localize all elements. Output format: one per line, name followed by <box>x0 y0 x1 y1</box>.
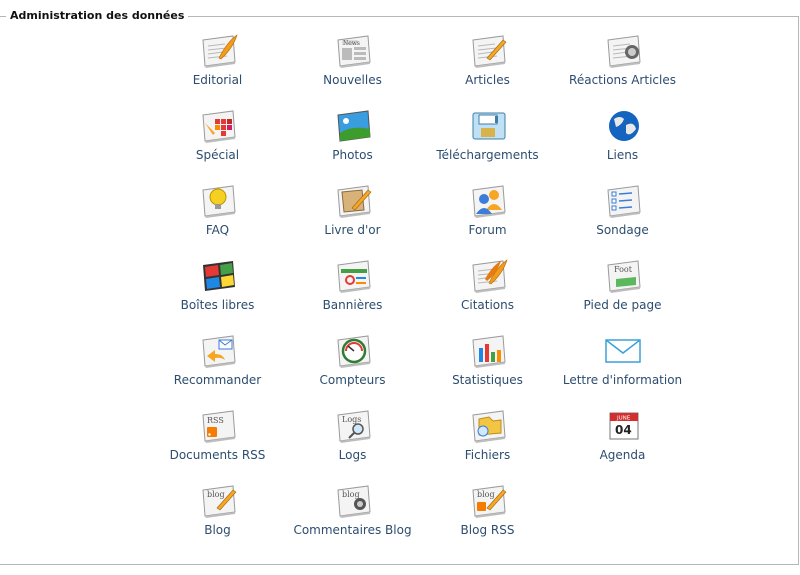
section-title: Administration des données <box>6 9 189 23</box>
item-label: Citations <box>460 298 514 312</box>
users-icon <box>471 185 506 218</box>
item-label: FAQ <box>205 223 230 237</box>
rss-document-icon: RSS <box>201 410 236 443</box>
item-label: Forum <box>468 223 507 237</box>
item-nouvelles[interactable]: News Nouvelles <box>285 30 420 105</box>
lightbulb-icon <box>201 185 236 218</box>
item-pied-de-page[interactable]: Foot Pied de page <box>555 255 690 330</box>
item-label: Articles <box>465 73 510 87</box>
svg-text:blog: blog <box>207 490 225 499</box>
blog-comments-icon: blog <box>336 485 371 518</box>
blog-pen-icon: blog <box>201 485 236 518</box>
item-label: Fichiers <box>464 448 511 462</box>
item-blog-rss[interactable]: blog Blog RSS <box>420 480 555 555</box>
item-label: Documents RSS <box>169 448 266 462</box>
item-recommander[interactable]: Recommander <box>150 330 285 405</box>
recommend-mail-icon <box>201 335 236 368</box>
item-compteurs[interactable]: Compteurs <box>285 330 420 405</box>
item-boites-libres[interactable]: Boîtes libres <box>150 255 285 330</box>
photo-landscape-icon <box>336 110 371 142</box>
item-special[interactable]: Spécial <box>150 105 285 180</box>
svg-text:blog: blog <box>342 490 360 499</box>
item-label: Réactions Articles <box>569 73 676 87</box>
item-blog[interactable]: blog Blog <box>150 480 285 555</box>
banner-icon <box>336 260 371 293</box>
counter-gauge-icon <box>336 335 371 368</box>
item-label: Blog <box>204 523 231 537</box>
item-label: Agenda <box>599 448 646 462</box>
item-label: Bannières <box>322 298 383 312</box>
item-label: Liens <box>606 148 639 162</box>
newspaper-icon: News <box>336 35 371 68</box>
item-label: Livre d'or <box>324 223 381 237</box>
item-faq[interactable]: FAQ <box>150 180 285 255</box>
item-fichiers[interactable]: Fichiers <box>420 405 555 480</box>
quote-quill-icon <box>471 259 508 293</box>
item-articles[interactable]: Articles <box>420 30 555 105</box>
item-forum[interactable]: Forum <box>420 180 555 255</box>
download-disk-icon <box>472 112 505 140</box>
item-label: Photos <box>332 148 373 162</box>
item-photos[interactable]: Photos <box>285 105 420 180</box>
newsletter-envelope-icon <box>604 339 641 363</box>
item-label: Boîtes libres <box>180 298 255 312</box>
special-palette-icon <box>201 110 236 143</box>
svg-text:04: 04 <box>615 423 632 437</box>
poll-checklist-icon <box>606 185 641 218</box>
statistics-chart-icon <box>471 335 506 368</box>
item-label: Pied de page <box>583 298 662 312</box>
item-statistiques[interactable]: Statistiques <box>420 330 555 405</box>
guestbook-icon <box>336 185 371 218</box>
item-lettre-information[interactable]: Lettre d'information <box>555 330 690 405</box>
item-liens[interactable]: Liens <box>555 105 690 180</box>
item-telechargements[interactable]: Téléchargements <box>420 105 555 180</box>
item-livre-dor[interactable]: Livre d'or <box>285 180 420 255</box>
files-folder-icon <box>471 410 506 443</box>
item-label: Logs <box>338 448 367 462</box>
item-label: Commentaires Blog <box>293 523 412 537</box>
item-label: Statistiques <box>452 373 523 387</box>
item-label: Blog RSS <box>460 523 515 537</box>
svg-text:News: News <box>343 40 360 47</box>
article-pen-icon <box>471 35 506 68</box>
svg-text:Foot: Foot <box>614 265 633 274</box>
calendar-icon: JUNE04 <box>609 412 638 440</box>
item-citations[interactable]: Citations <box>420 255 555 330</box>
svg-text:Logs: Logs <box>342 415 361 424</box>
item-label: Compteurs <box>319 373 386 387</box>
globe-icon <box>608 111 639 141</box>
svg-text:JUNE: JUNE <box>616 416 631 422</box>
item-label: Spécial <box>195 148 240 162</box>
quill-document-icon <box>201 34 238 68</box>
item-agenda[interactable]: JUNE 04 Agenda <box>555 405 690 480</box>
item-logs[interactable]: Logs Logs <box>285 405 420 480</box>
footer-icon: Foot <box>606 260 641 293</box>
article-comments-icon <box>606 35 641 68</box>
item-reactions-articles[interactable]: Réactions Articles <box>555 30 690 105</box>
item-label: Editorial <box>192 73 243 87</box>
item-bannieres[interactable]: Bannières <box>285 255 420 330</box>
admin-icon-grid: Editorial News Nouvelles Articles Réactio… <box>150 30 690 555</box>
svg-text:blog: blog <box>477 490 495 499</box>
item-label: Sondage <box>596 223 649 237</box>
item-label: Nouvelles <box>323 73 382 87</box>
item-label: Lettre d'information <box>562 373 683 387</box>
item-editorial[interactable]: Editorial <box>150 30 285 105</box>
logs-magnifier-icon: Logs <box>336 410 371 443</box>
item-label: Téléchargements <box>436 148 539 162</box>
item-documents-rss[interactable]: RSS Documents RSS <box>150 405 285 480</box>
svg-text:RSS: RSS <box>207 416 224 425</box>
item-sondage[interactable]: Sondage <box>555 180 690 255</box>
window-blocks-icon <box>202 261 235 291</box>
item-label: Recommander <box>173 373 262 387</box>
item-commentaires-blog[interactable]: blog Commentaires Blog <box>285 480 420 555</box>
blog-rss-icon: blog <box>471 485 506 518</box>
